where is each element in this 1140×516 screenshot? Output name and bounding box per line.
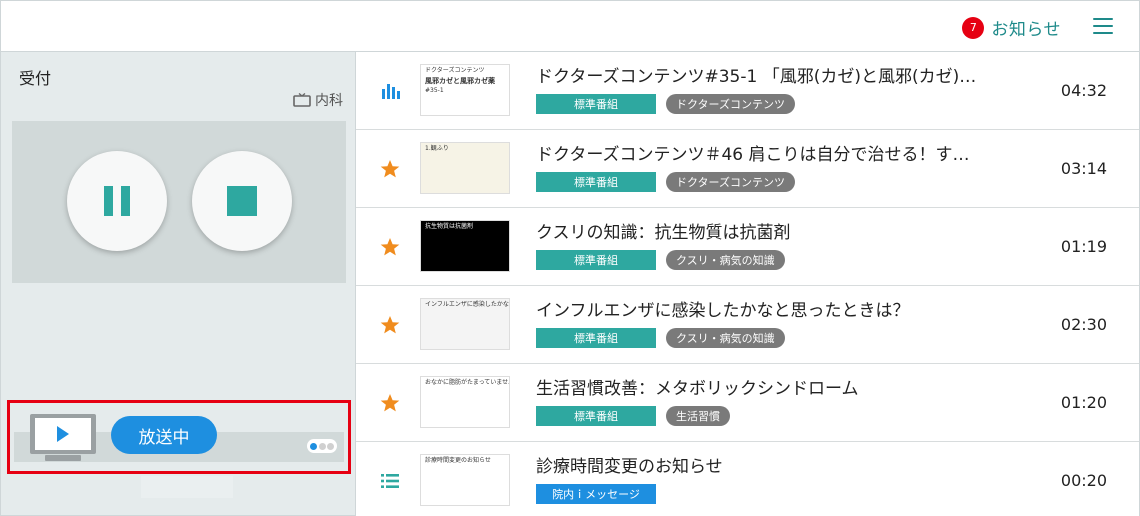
thumbnail-text: ドクターズコンテンツ (425, 67, 485, 74)
thumbnail-text: 抗生物質は抗菌剤 (425, 223, 474, 230)
category-tag: 標準番組 (536, 94, 656, 114)
category-tag: ドクターズコンテンツ (666, 94, 796, 114)
pause-button[interactable] (67, 151, 167, 251)
left-panel: 受付 内科 放送中 (0, 52, 356, 516)
list-item[interactable]: おなかに脂肪がたまっていませんか？ 生活習慣改善：メタボリックシンドローム標準番組… (356, 364, 1139, 442)
broadcast-status-box: 放送中 (7, 400, 351, 474)
list-item[interactable]: 診療時間変更のお知らせ 診療時間変更のお知らせ 院内ｉメッセージ 00:20 (356, 442, 1139, 516)
category-tag: 標準番組 (536, 328, 656, 348)
item-title: 診療時間変更のお知らせ (536, 457, 723, 477)
thumbnail-image: ドクターズコンテンツ風邪カゼと風邪カゼ薬 #35-1 (420, 64, 510, 116)
hamburger-menu-icon[interactable] (1093, 18, 1113, 34)
notice-button[interactable]: 7 お知らせ (962, 15, 1061, 40)
item-tags: 標準番組 ドクターズコンテンツ (536, 94, 796, 114)
department-name: 内科 (315, 93, 343, 109)
item-tags: 標準番組 クスリ・病気の知識 (536, 328, 785, 348)
item-tags: 標準番組 ドクターズコンテンツ (536, 172, 796, 192)
thumbnail-text: 風邪カゼと風邪カゼ薬 (425, 77, 495, 85)
list-item[interactable]: 1.観ふり ドクターズコンテンツ＃46 肩こりは自分で治せる！す… 標準番組 ドクター… (356, 130, 1139, 208)
star-icon (380, 237, 400, 257)
equalizer-icon (380, 81, 400, 101)
department-label: 内科 (293, 90, 343, 110)
item-title: インフルエンザに感染したかなと思ったときは？ (536, 301, 910, 321)
monitor-play-icon[interactable] (29, 413, 97, 463)
top-header: 7 お知らせ (0, 0, 1140, 52)
room-name: 受付 (19, 69, 52, 88)
list-item[interactable]: 抗生物質は抗菌剤 クスリの知識：抗生物質は抗菌剤 標準番組 クスリ・病気の知識 01:1… (356, 208, 1139, 286)
category-tag: 生活習慣 (666, 406, 730, 426)
item-duration: 03:14 (1060, 159, 1107, 178)
thumbnail-text: インフルエンザに感染したかなと思ったときは (425, 301, 509, 308)
category-tag: 標準番組 (536, 250, 656, 270)
category-tag: クスリ・病気の知識 (666, 250, 785, 270)
thumbnail-text: 診療時間変更のお知らせ (425, 457, 491, 464)
list-item[interactable]: ドクターズコンテンツ 風邪カゼと風邪カゼ薬 #35-1 ドクターズコンテンツ#35-1… (356, 52, 1139, 130)
item-duration: 01:20 (1060, 393, 1107, 412)
thumbnail-text: おなかに脂肪がたまっていませんか？ (425, 379, 509, 386)
item-duration: 01:19 (1060, 237, 1107, 256)
list-icon (380, 471, 400, 491)
category-tag: 標準番組 (536, 172, 656, 192)
category-tag: ドクターズコンテンツ (666, 172, 796, 192)
notice-count-badge: 7 (962, 16, 985, 39)
star-icon (380, 159, 400, 179)
left-panel-footer (141, 476, 233, 498)
pause-icon (104, 186, 130, 216)
thumbnail-image: 診療時間変更のお知らせ (420, 454, 510, 506)
page-indicator-toggle[interactable] (307, 439, 337, 453)
item-tags: 標準番組 クスリ・病気の知識 (536, 250, 785, 270)
item-duration: 00:20 (1060, 471, 1107, 490)
content-list: ドクターズコンテンツ 風邪カゼと風邪カゼ薬 #35-1 ドクターズコンテンツ#35-1… (356, 52, 1140, 516)
thumbnail-text: 1.観ふり (425, 145, 449, 152)
thumbnail-image: 1.観ふり (420, 142, 510, 194)
thumbnail-image: インフルエンザに感染したかなと思ったときは (420, 298, 510, 350)
item-title: ドクターズコンテンツ＃46 肩こりは自分で治せる！す… (536, 145, 970, 165)
tv-icon (293, 93, 311, 107)
star-icon (380, 315, 400, 335)
item-duration: 04:32 (1060, 81, 1107, 100)
onair-button[interactable]: 放送中 (111, 416, 217, 454)
item-tags: 標準番組 生活習慣 (536, 406, 730, 426)
item-title: 生活習慣改善：メタボリックシンドローム (536, 379, 859, 399)
item-duration: 02:30 (1060, 315, 1107, 334)
item-tags: 院内ｉメッセージ (536, 484, 656, 504)
item-title: ドクターズコンテンツ#35-1 「風邪(カゼ)と風邪(カゼ)… (536, 67, 977, 87)
category-tag: クスリ・病気の知識 (666, 328, 785, 348)
category-tag: 標準番組 (536, 406, 656, 426)
stop-button[interactable] (192, 151, 292, 251)
category-tag: 院内ｉメッセージ (536, 484, 656, 504)
thumbnail-image: おなかに脂肪がたまっていませんか？ (420, 376, 510, 428)
notice-label: お知らせ (991, 20, 1061, 40)
player-controls (12, 121, 346, 283)
list-item[interactable]: インフルエンザに感染したかなと思ったときは インフルエンザに感染したかなと思ったと… (356, 286, 1139, 364)
stop-icon (227, 186, 257, 216)
thumbnail-image: 抗生物質は抗菌剤 (420, 220, 510, 272)
item-title: クスリの知識：抗生物質は抗菌剤 (536, 223, 791, 243)
thumbnail-text: #35-1 (425, 87, 444, 94)
star-icon (380, 393, 400, 413)
